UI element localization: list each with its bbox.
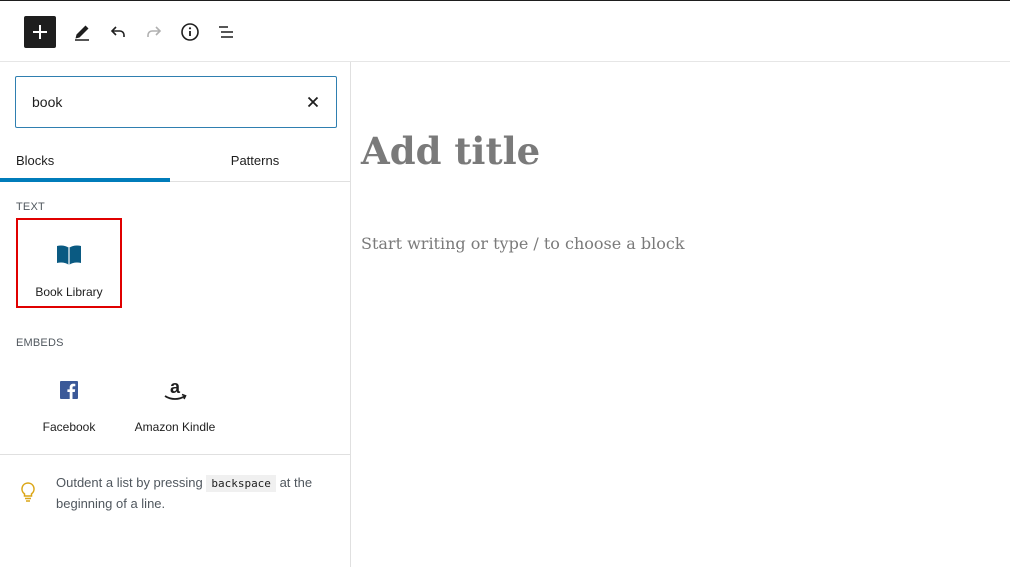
block-facebook[interactable]: Facebook — [16, 355, 122, 445]
tip-text: Outdent a list by pressing backspace at … — [56, 473, 336, 514]
book-icon — [18, 242, 120, 268]
list-view-button[interactable] — [210, 16, 242, 48]
tip-text-before: Outdent a list by pressing — [56, 475, 203, 490]
plus-icon — [33, 25, 47, 39]
svg-text:a: a — [170, 378, 181, 397]
amazon-icon: a — [122, 377, 228, 403]
block-search — [15, 76, 337, 128]
info-icon — [181, 23, 199, 41]
clear-search-button[interactable] — [304, 93, 322, 111]
lightbulb-icon — [18, 481, 38, 508]
facebook-icon — [16, 377, 122, 403]
undo-button[interactable] — [102, 16, 134, 48]
redo-icon — [147, 26, 162, 37]
inserter-tabs: Blocks Patterns — [0, 142, 350, 182]
block-book-library[interactable]: Book Library — [16, 218, 122, 308]
keyboard-key: backspace — [206, 475, 276, 492]
add-block-button[interactable] — [24, 16, 56, 48]
block-search-input[interactable] — [32, 90, 292, 114]
list-view-icon — [219, 26, 233, 38]
editor-header — [0, 0, 1010, 62]
close-icon — [307, 96, 319, 108]
block-label: Amazon Kindle — [134, 420, 216, 434]
block-label: Book Library — [35, 285, 103, 299]
category-label-embeds: EMBEDS — [16, 337, 64, 349]
tab-blocks[interactable]: Blocks — [0, 142, 170, 182]
pencil-icon — [75, 25, 89, 41]
block-amazon-kindle[interactable]: a Amazon Kindle — [122, 355, 228, 445]
category-label-text: TEXT — [16, 201, 45, 213]
default-block-appender[interactable]: Start writing or type / to choose a bloc… — [361, 234, 685, 253]
redo-button[interactable] — [138, 16, 170, 48]
editor-canvas: Add title Start writing or type / to cho… — [351, 62, 1010, 567]
post-title-placeholder[interactable]: Add title — [361, 129, 540, 173]
tools-button[interactable] — [66, 16, 98, 48]
details-button[interactable] — [174, 16, 206, 48]
block-label: Facebook — [42, 420, 96, 434]
tab-patterns[interactable]: Patterns — [170, 142, 340, 182]
undo-icon — [110, 26, 125, 37]
block-inserter-panel: Blocks Patterns TEXT Book Library EMBEDS… — [0, 62, 351, 567]
divider — [0, 454, 350, 455]
